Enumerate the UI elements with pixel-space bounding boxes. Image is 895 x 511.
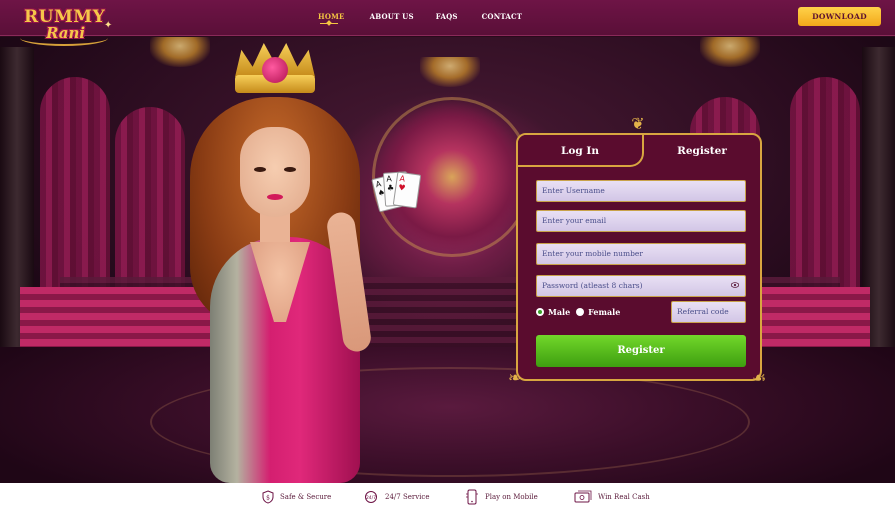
tab-register[interactable]: Register	[644, 135, 760, 167]
email-input[interactable]: Enter your email	[536, 210, 746, 232]
feature-safe-label: Safe & Secure	[280, 493, 332, 501]
feature-safe-secure: $ Safe & Secure	[262, 489, 331, 505]
auth-panel: Log In Register Enter Username Enter you…	[516, 133, 762, 381]
chandelier-right	[700, 37, 760, 67]
feature-cash-label: Win Real Cash	[598, 493, 650, 501]
queen-illustration: A ♠ A ♣ A ♥	[150, 37, 430, 483]
queen-eye-left	[254, 167, 266, 172]
ornament-corner-left-icon: ❧	[508, 368, 522, 387]
svg-text:24/7: 24/7	[366, 495, 376, 501]
referral-code-input[interactable]: Referral code	[671, 301, 746, 323]
shield-icon: $	[262, 490, 274, 504]
radio-female[interactable]	[576, 308, 585, 316]
logo-text-bottom: Rani	[46, 24, 86, 42]
password-placeholder: Password (atleast 8 chars)	[542, 281, 643, 290]
radio-male-label[interactable]: Male	[548, 307, 570, 317]
radio-female-label[interactable]: Female	[588, 307, 620, 317]
username-input[interactable]: Enter Username	[536, 180, 746, 202]
nav-active-indicator	[320, 20, 338, 26]
ornament-corner-right-icon: ☙	[752, 368, 767, 387]
nav-about-label: ABOUT US	[369, 12, 414, 21]
nav-faqs[interactable]: FAQS	[436, 12, 458, 21]
password-input[interactable]: Password (atleast 8 chars)	[536, 275, 746, 297]
svg-text:$: $	[266, 495, 270, 502]
site-header: RUMMY Rani ✦ HOME ABOUT US FAQS CONTACT …	[0, 0, 895, 46]
queen-eye-right	[284, 167, 296, 172]
queen-lips	[267, 194, 283, 200]
playing-cards-icon: A ♠ A ♣ A ♥	[371, 170, 422, 222]
mobile-icon	[466, 489, 478, 505]
nav-about-us[interactable]: ABOUT US	[370, 12, 414, 21]
nav-home-label: HOME	[318, 12, 345, 21]
mobile-input[interactable]: Enter your mobile number	[536, 243, 746, 265]
show-password-eye-icon[interactable]	[731, 282, 739, 288]
tab-login[interactable]: Log In	[518, 135, 644, 167]
nav-faqs-label: FAQS	[435, 12, 458, 21]
feature-win-cash: Win Real Cash	[574, 489, 650, 505]
feature-service-label: 24/7 Service	[385, 493, 430, 501]
gender-selector: Male Female	[536, 305, 620, 319]
feature-play-mobile: Play on Mobile	[465, 489, 538, 505]
features-bar: $ Safe & Secure 24/7 24/7 Service Play o…	[0, 483, 895, 511]
nav-contact-label: CONTACT	[481, 12, 523, 21]
queen-face	[240, 127, 310, 217]
sparkle-icon: ✦	[104, 20, 113, 31]
nav-contact[interactable]: CONTACT	[482, 12, 523, 21]
cash-icon	[574, 490, 592, 503]
feature-mobile-label: Play on Mobile	[485, 493, 538, 501]
rummy-rani-logo[interactable]: RUMMY Rani ✦	[18, 4, 113, 48]
download-button[interactable]: DOWNLOAD	[798, 7, 881, 26]
support-icon: 24/7	[365, 491, 377, 503]
crown-gem	[262, 57, 288, 83]
register-submit-button[interactable]: Register	[536, 335, 746, 367]
card-ace-hearts: A ♥	[392, 171, 422, 209]
nav-home[interactable]: HOME	[318, 12, 345, 26]
feature-247-service: 24/7 24/7 Service	[363, 489, 430, 505]
radio-male[interactable]	[536, 308, 544, 316]
main-nav: HOME ABOUT US FAQS CONTACT	[318, 12, 523, 26]
